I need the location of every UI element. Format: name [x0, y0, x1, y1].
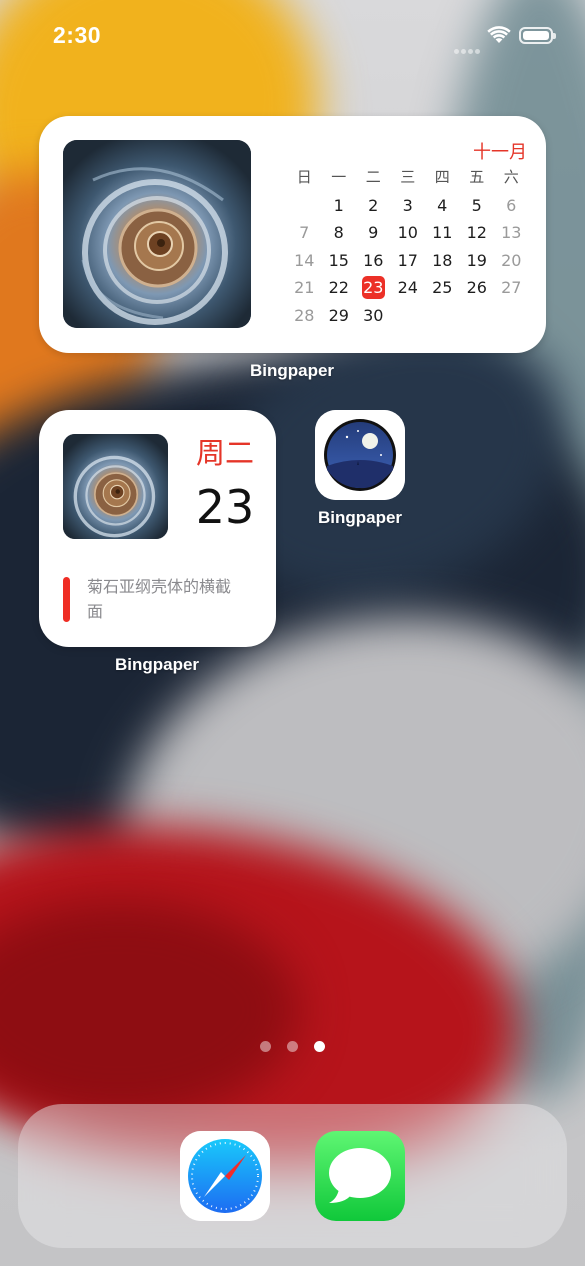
battery-icon [519, 27, 556, 44]
calendar-day[interactable]: 28 [287, 302, 322, 330]
photo-caption: 菊石亚纲壳体的横截面 [87, 577, 232, 621]
calendar-day[interactable]: 17 [391, 247, 426, 275]
dock [18, 1104, 567, 1248]
weekday-header: 二 [365, 168, 381, 186]
page-dot-1[interactable] [260, 1041, 271, 1052]
calendar-day[interactable]: 14 [287, 247, 322, 275]
status-bar: 2:30 [0, 0, 585, 80]
calendar-empty [460, 302, 495, 330]
status-time: 2:30 [53, 22, 102, 48]
calendar-empty [287, 192, 322, 220]
calendar-day[interactable]: 30 [356, 302, 391, 330]
bingpaper-calendar-widget[interactable]: 十一月 日一二三四五六 1 2 3 4 5 6 7 8 9 10 11 12 13 14 15 16 17 18 19… [39, 116, 546, 353]
ammonite-photo [63, 140, 251, 328]
widget-label-large: Bingpaper [249, 361, 335, 380]
calendar-grid: 日一二三四五六 1 2 3 4 5 6 7 8 9 10 11 12 13 14 15 16 17 18 19 20 21… [287, 164, 529, 329]
page-dot-3[interactable] [314, 1041, 325, 1052]
day-number: 23 [195, 480, 255, 534]
calendar: 十一月 日一二三四五六 1 2 3 4 5 6 7 8 9 10 11 12 13 14 15 16 17 18 19… [289, 138, 529, 329]
calendar-day[interactable]: 27 [494, 274, 529, 302]
messages-app-icon[interactable] [315, 1131, 405, 1221]
calendar-day[interactable]: 23 [356, 274, 391, 302]
calendar-day[interactable]: 20 [494, 247, 529, 275]
calendar-day[interactable]: 15 [322, 247, 357, 275]
ammonite-photo [63, 434, 168, 539]
cellular-signal-icon [454, 41, 482, 59]
calendar-day[interactable]: 21 [287, 274, 322, 302]
calendar-day[interactable]: 29 [322, 302, 357, 330]
calendar-day[interactable]: 1 [322, 192, 357, 220]
calendar-empty [425, 302, 460, 330]
widget-label-small: Bingpaper [114, 655, 200, 674]
calendar-empty [391, 302, 426, 330]
calendar-day[interactable]: 11 [425, 219, 460, 247]
calendar-day[interactable]: 5 [460, 192, 495, 220]
calendar-day[interactable]: 25 [425, 274, 460, 302]
weekday-header: 四 [434, 168, 450, 186]
calendar-day[interactable]: 10 [391, 219, 426, 247]
safari-app-icon[interactable] [180, 1131, 270, 1221]
calendar-day[interactable]: 9 [356, 219, 391, 247]
calendar-day[interactable]: 8 [322, 219, 357, 247]
calendar-day[interactable]: 22 [322, 274, 357, 302]
calendar-day[interactable]: 6 [494, 192, 529, 220]
calendar-empty [494, 302, 529, 330]
calendar-day[interactable]: 13 [494, 219, 529, 247]
bingpaper-app-icon[interactable] [315, 410, 405, 500]
weekday-header: 日 [296, 168, 312, 186]
weekday-header: 一 [331, 168, 347, 186]
page-dot-2[interactable] [287, 1041, 298, 1052]
safari-compass-icon [180, 1131, 270, 1221]
calendar-day[interactable]: 4 [425, 192, 460, 220]
calendar-day[interactable]: 24 [391, 274, 426, 302]
messages-bubble-icon [329, 1148, 391, 1203]
calendar-day[interactable]: 18 [425, 247, 460, 275]
calendar-day[interactable]: 16 [356, 247, 391, 275]
bingpaper-daily-widget[interactable]: 周二 23 菊石亚纲壳体的横截面 [39, 410, 276, 647]
weekday-header: 六 [503, 168, 519, 186]
weekday-label: 周二 [195, 436, 254, 470]
app-label-bingpaper: Bingpaper [317, 508, 403, 527]
calendar-day[interactable]: 19 [460, 247, 495, 275]
wifi-icon [487, 26, 511, 49]
weekday-header: 五 [469, 168, 485, 186]
calendar-day[interactable]: 26 [460, 274, 495, 302]
caption-accent-bar [63, 577, 70, 622]
weekday-header: 三 [400, 168, 416, 186]
moon-night-icon [315, 410, 405, 500]
calendar-month: 十一月 [473, 142, 527, 163]
calendar-day[interactable]: 7 [287, 219, 322, 247]
calendar-day[interactable]: 3 [391, 192, 426, 220]
calendar-day[interactable]: 12 [460, 219, 495, 247]
calendar-day[interactable]: 2 [356, 192, 391, 220]
